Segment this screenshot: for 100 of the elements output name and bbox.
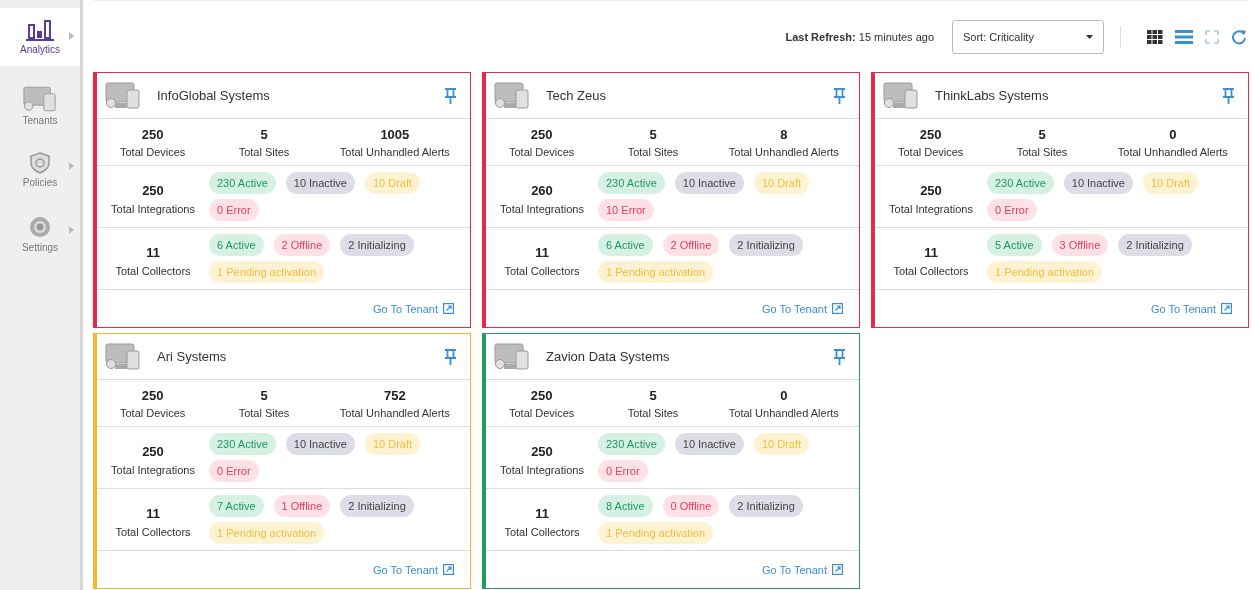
status-badge: 3 Offline: [1051, 234, 1109, 256]
shield-icon: [30, 152, 50, 174]
pin-icon[interactable]: [834, 87, 845, 104]
status-badge: 230 Active: [598, 172, 665, 194]
go-to-tenant-link[interactable]: Go To Tenant: [761, 563, 843, 576]
status-badge: 10 Error: [598, 199, 654, 221]
stat-label: Total Sites: [238, 406, 290, 419]
stat-label: Total Integrations: [889, 202, 973, 215]
stat-label: Total Unhandled Alerts: [728, 145, 839, 158]
stat-label: Total Unhandled Alerts: [1117, 145, 1228, 158]
pin-icon[interactable]: [1223, 87, 1234, 104]
status-badge: 1 Offline: [273, 495, 331, 517]
stat-value: 5: [1038, 126, 1046, 142]
stat-label: Total Sites: [1016, 145, 1068, 158]
stat-value: 11: [146, 244, 160, 260]
status-badge: 0 Error: [209, 460, 259, 482]
stat-value: 250: [142, 182, 164, 198]
go-to-tenant-link[interactable]: Go To Tenant: [372, 563, 454, 576]
sort-dropdown[interactable]: Sort: Criticality: [952, 19, 1104, 54]
stat-label: Total Integrations: [111, 202, 195, 215]
status-badge: 10 Draft: [753, 433, 810, 455]
status-badge: 0 Offline: [662, 495, 720, 517]
external-link-icon: [832, 564, 843, 575]
status-badge: 8 Active: [598, 495, 653, 517]
status-badge: 2 Initializing: [729, 234, 803, 256]
tenant-name: InfoGlobal Systems: [157, 88, 271, 103]
status-badge: 1 Pending activation: [209, 522, 325, 544]
refresh-icon[interactable]: [1231, 28, 1247, 45]
go-to-tenant-link[interactable]: Go To Tenant: [1150, 302, 1232, 315]
list-view-icon[interactable]: [1175, 29, 1193, 44]
sidebar-item[interactable]: Analytics: [0, 8, 80, 66]
sidebar-item[interactable]: Policies: [0, 138, 80, 202]
stat-value: 11: [535, 505, 549, 521]
go-to-tenant-link[interactable]: Go To Tenant: [372, 302, 454, 315]
stat-value: 250: [920, 182, 942, 198]
stat-value: 0: [780, 387, 788, 403]
pin-icon[interactable]: [445, 348, 456, 365]
tenant-name: ThinkLabs Systems: [935, 88, 1050, 103]
status-badge: 7 Active: [209, 495, 264, 517]
sidebar-item[interactable]: Tenants: [0, 74, 80, 138]
devices-icon: [494, 343, 530, 370]
stat-value: 5: [649, 126, 657, 142]
stat-label: Total Sites: [238, 145, 290, 158]
status-badge: 230 Active: [987, 172, 1054, 194]
stat-value: 250: [530, 126, 553, 142]
devices-icon: [494, 82, 530, 109]
external-link-icon: [832, 303, 843, 314]
tenant-name: Ari Systems: [157, 349, 228, 364]
stat-value: 11: [535, 244, 549, 260]
stat-label: Total Collectors: [115, 264, 191, 277]
stat-label: Total Collectors: [504, 264, 580, 277]
status-badge: 0 Error: [209, 199, 259, 221]
devices-icon: [105, 82, 141, 109]
sidebar-item[interactable]: Settings: [0, 202, 80, 266]
devices-icon: [105, 343, 141, 370]
stat-label: Total Unhandled Alerts: [339, 406, 450, 419]
stat-value: 250: [141, 387, 164, 403]
status-badge: 2 Initializing: [729, 495, 803, 517]
tenant-name: Tech Zeus: [546, 88, 607, 103]
stat-value: 250: [141, 126, 164, 142]
stat-label: Total Unhandled Alerts: [728, 406, 839, 419]
stat-value: 8: [780, 126, 788, 142]
stat-value: 250: [531, 443, 553, 459]
stat-label: Total Integrations: [500, 202, 584, 215]
bar-chart-icon: [26, 19, 54, 41]
status-badge: 1 Pending activation: [598, 522, 714, 544]
status-badge: 1 Pending activation: [987, 261, 1103, 283]
stat-value: 11: [146, 505, 160, 521]
stat-label: Total Unhandled Alerts: [339, 145, 450, 158]
stat-value: 5: [260, 387, 268, 403]
status-badge: 6 Active: [209, 234, 264, 256]
external-link-icon: [443, 303, 454, 314]
status-badge: 10 Inactive: [674, 172, 744, 194]
caret-icon: [1086, 34, 1093, 39]
stat-value: 11: [924, 244, 938, 260]
external-link-icon: [1221, 303, 1232, 314]
stat-label: Total Integrations: [111, 463, 195, 476]
status-badge: 10 Inactive: [285, 172, 355, 194]
status-badge: 0 Error: [598, 460, 648, 482]
status-badge: 10 Draft: [753, 172, 810, 194]
stat-value: 752: [384, 387, 406, 403]
status-badge: 10 Draft: [364, 433, 421, 455]
stat-label: Total Sites: [627, 145, 679, 158]
stat-value: 5: [649, 387, 657, 403]
stat-label: Total Collectors: [504, 525, 580, 538]
devices-icon: [23, 86, 57, 112]
stat-value: 250: [919, 126, 942, 142]
last-refresh-text: Last Refresh: 15 minutes ago: [785, 30, 934, 43]
external-link-icon: [443, 564, 454, 575]
stat-value: 1005: [380, 126, 410, 142]
devices-icon: [883, 82, 919, 109]
pin-icon[interactable]: [445, 87, 456, 104]
pin-icon[interactable]: [834, 348, 845, 365]
go-to-tenant-link[interactable]: Go To Tenant: [761, 302, 843, 315]
status-badge: 10 Inactive: [285, 433, 355, 455]
status-badge: 0 Error: [987, 199, 1037, 221]
stat-label: Total Collectors: [115, 525, 191, 538]
status-badge: 230 Active: [598, 433, 665, 455]
stat-label: Total Devices: [119, 406, 186, 419]
grid-view-icon[interactable]: [1147, 29, 1163, 44]
